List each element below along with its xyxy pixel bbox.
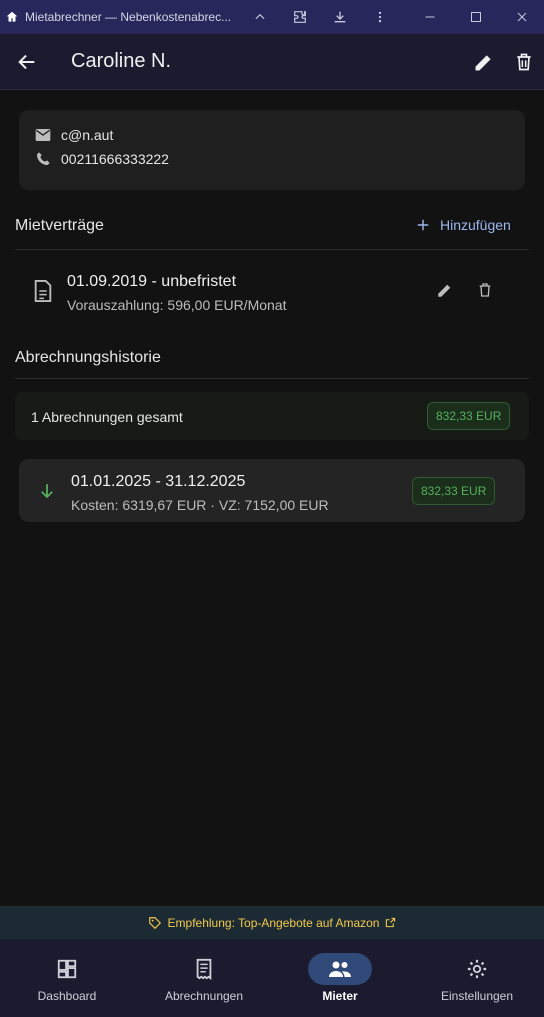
- contract-subtitle: Vorauszahlung: 596,00 EUR/Monat: [67, 297, 287, 313]
- nav-abrechnungen-label: Abrechnungen: [164, 989, 244, 1003]
- dashboard-icon: [57, 959, 77, 979]
- page-title: Caroline N.: [71, 50, 172, 72]
- billing-amount-badge: 832,33 EUR: [412, 477, 496, 505]
- history-divider: [15, 378, 529, 379]
- email-row: c@n.aut: [35, 127, 113, 143]
- contract-title: 01.09.2019 - unbefristet: [67, 273, 237, 290]
- gear-icon: [467, 959, 487, 979]
- window-titlebar: Mietabrechner — Nebenkostenabrec...: [0, 0, 544, 34]
- document-icon: [31, 279, 55, 303]
- nav-einstellungen-label: Einstellungen: [440, 989, 514, 1003]
- chevron-up-icon[interactable]: [251, 8, 269, 26]
- download-icon[interactable]: [331, 8, 349, 26]
- maximize-icon[interactable]: [467, 8, 485, 26]
- home-icon: [3, 8, 21, 26]
- nav-dashboard[interactable]: Dashboard: [35, 939, 99, 1017]
- email-icon: [35, 129, 51, 141]
- contracts-section-title: Mietverträge: [15, 217, 104, 234]
- contact-card: c@n.aut 00211666333222: [19, 110, 525, 190]
- delete-contract-button[interactable]: [473, 278, 497, 302]
- nav-dashboard-label: Dashboard: [37, 989, 97, 1003]
- promo-text: Empfehlung: Top-Angebote auf Amazon: [167, 915, 380, 930]
- contract-item[interactable]: 01.09.2019 - unbefristet Vorauszahlung: …: [15, 262, 529, 320]
- summary-label: 1 Abrechnungen gesamt: [31, 409, 183, 425]
- billing-item[interactable]: 01.01.2025 - 31.12.2025 Kosten: 6319,67 …: [19, 459, 525, 522]
- people-icon: [329, 961, 351, 977]
- billing-period: 01.01.2025 - 31.12.2025: [71, 473, 246, 490]
- phone-row: 00211666333222: [35, 151, 169, 167]
- pencil-icon: [475, 55, 491, 71]
- history-section-title: Abrechnungshistorie: [15, 349, 161, 366]
- promo-banner[interactable]: Empfehlung: Top-Angebote auf Amazon: [0, 906, 544, 939]
- trash-icon: [517, 53, 531, 71]
- nav-abrechnungen[interactable]: Abrechnungen: [162, 939, 246, 1017]
- billing-details: Kosten: 6319,67 EUR · VZ: 7152,00 EUR: [71, 497, 329, 513]
- nav-einstellungen[interactable]: Einstellungen: [437, 939, 517, 1017]
- edit-contract-button[interactable]: [433, 278, 457, 302]
- app-bar: Caroline N.: [0, 34, 544, 90]
- trash-icon: [479, 283, 491, 297]
- window-title: Mietabrechner — Nebenkostenabrec...: [25, 10, 232, 24]
- add-contract-button[interactable]: Hinzufügen: [416, 217, 511, 233]
- add-contract-label: Hinzufügen: [440, 217, 511, 233]
- external-link-icon: [386, 917, 396, 928]
- tag-icon: [148, 916, 161, 929]
- arrow-down-icon: [35, 479, 59, 503]
- email-text: c@n.aut: [61, 127, 114, 143]
- back-button[interactable]: [15, 50, 39, 74]
- arrow-back-icon: [18, 54, 35, 70]
- history-summary: 1 Abrechnungen gesamt 832,33 EUR: [15, 392, 529, 440]
- close-icon[interactable]: [513, 8, 531, 26]
- more-vert-icon[interactable]: [371, 8, 389, 26]
- pencil-icon: [438, 284, 451, 297]
- contracts-divider: [15, 249, 529, 250]
- receipt-icon: [196, 958, 212, 980]
- phone-text: 00211666333222: [61, 151, 169, 167]
- extension-icon[interactable]: [291, 8, 309, 26]
- nav-mieter-label: Mieter: [322, 989, 358, 1003]
- delete-tenant-button[interactable]: [512, 50, 536, 74]
- nav-mieter[interactable]: Mieter: [308, 939, 372, 1017]
- phone-icon: [37, 152, 50, 165]
- edit-tenant-button[interactable]: [472, 50, 496, 74]
- bottom-navigation: Dashboard Abrechnungen Mieter Einstellun…: [0, 939, 544, 1017]
- plus-icon: [417, 219, 429, 231]
- summary-amount-badge: 832,33 EUR: [427, 402, 511, 430]
- minimize-icon[interactable]: [421, 8, 439, 26]
